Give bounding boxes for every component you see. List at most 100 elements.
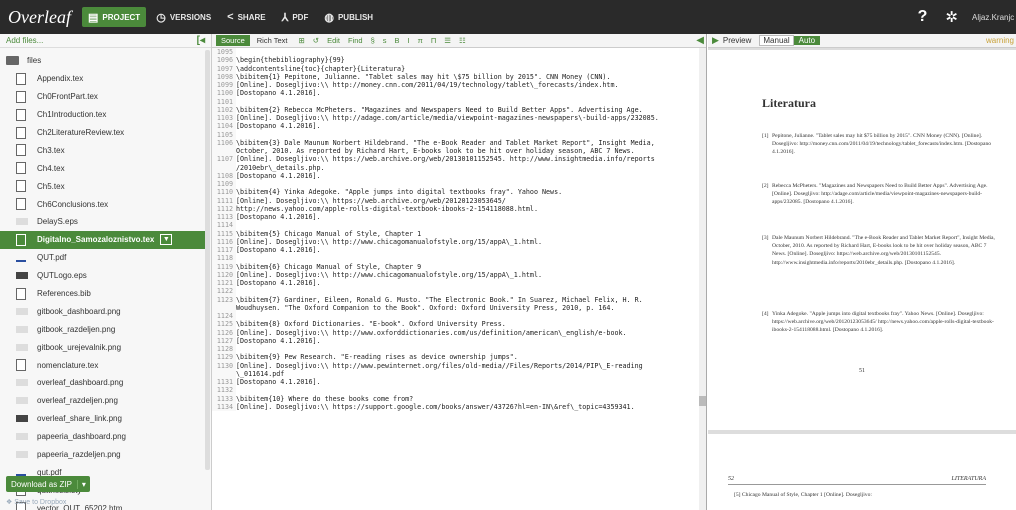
code-line[interactable]: 1105 [212, 130, 700, 139]
file-item[interactable]: gitbook_razdeljen.png [0, 320, 211, 338]
file-item[interactable]: nomenclature.tex [0, 356, 211, 374]
code-line[interactable]: Woudhuysen. "The Oxford Companion to the… [212, 303, 700, 312]
file-item[interactable]: papeeria_razdeljen.png [0, 446, 211, 464]
code-line[interactable]: 1099 [Online]. Dosegljivo:\\ http://money… [212, 81, 700, 90]
warning-indicator[interactable]: warning [986, 36, 1016, 45]
versions-button[interactable]: ◷ VERSIONS [150, 7, 217, 27]
file-item[interactable]: Digitalno_Samozaloznistvo.tex ▼ [0, 230, 207, 249]
folder-files[interactable]: files [0, 52, 211, 70]
code-line[interactable]: 1096 \begin{thebibliography}{99} [212, 56, 700, 65]
code-line[interactable]: 1100 [Dostopano 4.1.2016]. [212, 89, 700, 98]
code-area[interactable]: 1095 1096 \begin{thebibliography}{99} 1097 \… [212, 48, 700, 510]
file-item[interactable]: gitbook_urejevalnik.png [0, 338, 211, 356]
add-files-link[interactable]: Add files... [6, 36, 43, 45]
display-math-button[interactable]: Π [427, 36, 440, 45]
chevron-down-icon[interactable]: ▾ [76, 479, 90, 489]
editor-scrollbar[interactable] [699, 48, 706, 510]
file-item[interactable]: overleaf_dashboard.png [0, 374, 211, 392]
code-line[interactable]: 1109 [212, 180, 700, 189]
code-line[interactable]: 1134 [Online]. Dosegljivo:\\ https://supp… [212, 402, 700, 411]
code-line[interactable]: 1130 [Online]. Dosegljivo:\\ http://www.p… [212, 361, 700, 370]
publish-button[interactable]: ◍ PUBLISH [318, 7, 379, 27]
code-line[interactable]: 1117 [Dostopano 4.1.2016]. [212, 246, 700, 255]
code-line[interactable]: 1112 http://news.yahoo.com/apple-rolls-di… [212, 204, 700, 213]
code-line[interactable]: 1102 \bibitem{2} Rebecca McPheters. "Maga… [212, 105, 700, 114]
code-line[interactable]: 1113 [Dostopano 4.1.2016]. [212, 213, 700, 222]
project-button[interactable]: ▤ PROJECT [82, 7, 147, 27]
edit-button[interactable]: Edit [323, 36, 344, 45]
code-line[interactable]: 1118 [212, 254, 700, 263]
file-item[interactable]: QUTLogo.eps [0, 267, 211, 285]
file-item[interactable]: Ch6Conclusions.tex [0, 195, 211, 213]
file-item[interactable]: overleaf_share_link.png [0, 410, 211, 428]
manual-toggle[interactable]: Manual [759, 35, 794, 46]
auto-toggle[interactable]: Auto [793, 36, 821, 45]
recompile-icon[interactable]: ▶ [712, 35, 719, 46]
code-line[interactable]: 1126 [Online]. Dosegljivo:\\ http://www.o… [212, 328, 700, 337]
help-icon[interactable]: ? [918, 8, 928, 26]
code-line[interactable]: 1131 [Dostopano 4.1.2016]. [212, 378, 700, 387]
file-item[interactable]: DelayS.eps [0, 213, 211, 231]
section-button[interactable]: § [367, 36, 379, 45]
gear-icon[interactable]: ✲ [945, 8, 958, 26]
code-line[interactable]: 1133 \bibitem{10} Where do these books co… [212, 394, 700, 403]
save-to-dropbox-link[interactable]: ❖ Save to Dropbox [6, 498, 90, 506]
italic-button[interactable]: I [404, 36, 414, 45]
preview-label[interactable]: Preview [723, 36, 751, 45]
file-item[interactable]: gitbook_dashboard.png [0, 302, 211, 320]
code-line[interactable]: 1114 [212, 221, 700, 230]
code-line[interactable]: 1104 [Dostopano 4.1.2016]. [212, 122, 700, 131]
bold-button[interactable]: B [391, 36, 404, 45]
code-line[interactable]: 1128 [212, 345, 700, 354]
editor-scroll-thumb[interactable] [699, 396, 706, 406]
code-line[interactable]: 1110 \bibitem{4} Yinka Adegoke. "Apple ju… [212, 188, 700, 197]
code-line[interactable]: 1116 [Online]. Dosegljivo:\\ http://www.c… [212, 237, 700, 246]
find-button[interactable]: Find [344, 36, 367, 45]
code-line[interactable]: 1107 [Online]. Dosegljivo:\\ https://web.… [212, 155, 700, 164]
file-item[interactable]: Ch2LiteratureReview.tex [0, 124, 211, 142]
numbered-list-icon[interactable]: ☰ [440, 36, 455, 45]
file-item[interactable]: Ch5.tex [0, 177, 211, 195]
bullet-list-icon[interactable]: ☷ [455, 36, 470, 45]
code-line[interactable]: \_011614.pdf [212, 369, 700, 378]
code-line[interactable]: 1125 \bibitem{8} Oxford Dictionaries. "E-… [212, 320, 700, 329]
collapse-sidebar-icon[interactable]: [◂ [197, 35, 205, 46]
code-line[interactable]: 1108 [Dostopano 4.1.2016]. [212, 171, 700, 180]
history-icon[interactable]: ↺ [309, 36, 323, 45]
code-line[interactable]: 1119 \bibitem{6} Chicago Manual of Style,… [212, 262, 700, 271]
share-button[interactable]: < SHARE [221, 7, 271, 27]
tab-rich-text[interactable]: Rich Text [252, 35, 293, 46]
code-line[interactable]: 1123 \bibitem{7} Gardiner, Eileen, Ronald… [212, 295, 700, 304]
code-line[interactable]: 1098 \bibitem{1} Pepitone, Julianne. "Tab… [212, 72, 700, 81]
file-item[interactable]: References.bib [0, 285, 211, 303]
collapse-editor-icon[interactable]: ◀ [696, 35, 704, 46]
code-line[interactable]: 1122 [212, 287, 700, 296]
inline-math-button[interactable]: π [414, 36, 427, 45]
file-menu-chevron-icon[interactable]: ▼ [160, 234, 173, 246]
user-menu[interactable]: Aljaz.Kranjc [972, 13, 1016, 22]
sidebar-scrollbar[interactable] [205, 50, 210, 470]
tab-source[interactable]: Source [216, 35, 250, 46]
file-item[interactable]: Ch4.tex [0, 159, 211, 177]
file-item[interactable]: QUT.pdf [0, 249, 211, 267]
code-line[interactable]: 1127 [Dostopano 4.1.2016]. [212, 336, 700, 345]
code-line[interactable]: 1097 \addcontentsline{toc}{chapter}{Liter… [212, 64, 700, 73]
download-zip-button[interactable]: Download as ZIP ▾ [6, 476, 90, 492]
code-line[interactable]: 1129 \bibitem{9} Pew Research. "E-reading… [212, 353, 700, 362]
code-line[interactable]: 1111 [Online]. Dosegljivo:\\ https://web.… [212, 196, 700, 205]
code-line[interactable]: 1106 \bibitem{3} Dale Maunum Norbert Hild… [212, 138, 700, 147]
code-line[interactable]: 1120 [Online]. Dosegljivo:\\ http://www.c… [212, 270, 700, 279]
insert-image-icon[interactable]: ⊞ [294, 36, 308, 45]
code-line[interactable]: 1115 \bibitem{5} Chicago Manual of Style,… [212, 229, 700, 238]
code-line[interactable]: 1121 [Dostopano 4.1.2016]. [212, 279, 700, 288]
pdf-button[interactable]: ⅄ PDF [276, 7, 315, 27]
file-item[interactable]: overleaf_razdeljen.png [0, 392, 211, 410]
subsection-button[interactable]: s [379, 36, 391, 45]
file-item[interactable]: Ch3.tex [0, 141, 211, 159]
code-line[interactable]: October, 2010. As reported by Richard Ha… [212, 147, 700, 156]
file-item[interactable]: Ch0FrontPart.tex [0, 88, 211, 106]
pdf-page-51[interactable]: Literatura 51 [1] Pepitone, Julianne. "Ta… [708, 50, 1016, 430]
code-line[interactable]: 1101 [212, 97, 700, 106]
overleaf-logo[interactable]: Overleaf [0, 7, 82, 28]
code-line[interactable]: 1132 [212, 386, 700, 395]
